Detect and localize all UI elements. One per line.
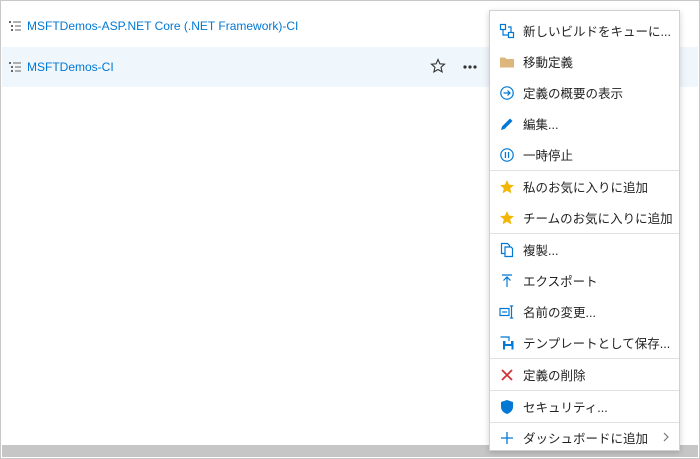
- menu-item-export[interactable]: エクスポート: [490, 265, 679, 296]
- menu-item-label: 一時停止: [523, 149, 574, 163]
- copy-icon: [499, 242, 515, 258]
- menu-item-label: 定義の概要の表示: [523, 87, 624, 101]
- build-definition-icon: [8, 60, 22, 74]
- menu-item-label: テンプレートとして保存...: [523, 337, 671, 351]
- favorite-star-icon: [499, 179, 515, 195]
- definition-name-link[interactable]: MSFTDemos-ASP.NET Core (.NET Framework)-…: [27, 19, 298, 33]
- menu-item-label: セキュリティ...: [523, 401, 608, 415]
- build-definition-icon: [8, 19, 22, 33]
- menu-item-label: 定義の削除: [523, 369, 586, 383]
- chevron-right-icon: [661, 431, 671, 443]
- delete-x-icon: [499, 367, 515, 383]
- menu-item-label: 私のお気に入りに追加: [523, 181, 649, 195]
- menu-item-label: チームのお気に入りに追加: [523, 212, 673, 226]
- pause-icon: [499, 147, 515, 163]
- menu-item-add-to-dashboard[interactable]: ダッシュボードに追加: [490, 422, 679, 453]
- menu-item-edit[interactable]: 編集...: [490, 108, 679, 139]
- menu-item-view-definition-summary[interactable]: 定義の概要の表示: [490, 77, 679, 108]
- menu-item-label: 名前の変更...: [523, 306, 596, 320]
- menu-item-pause[interactable]: 一時停止: [490, 139, 679, 170]
- menu-item-label: 編集...: [523, 118, 559, 132]
- more-actions-icon[interactable]: [460, 57, 480, 77]
- menu-item-save-as-template[interactable]: テンプレートとして保存...: [490, 327, 679, 358]
- queue-build-icon: [499, 23, 515, 39]
- menu-item-security[interactable]: セキュリティ...: [490, 391, 679, 422]
- menu-item-rename[interactable]: 名前の変更...: [490, 296, 679, 327]
- menu-item-add-to-team-favorites[interactable]: チームのお気に入りに追加: [490, 202, 679, 233]
- menu-item-move-definition[interactable]: 移動定義: [490, 46, 679, 77]
- folder-icon: [499, 54, 515, 70]
- menu-item-label: エクスポート: [523, 275, 598, 289]
- menu-item-label: 新しいビルドをキューに...: [523, 25, 671, 39]
- menu-item-delete-definition[interactable]: 定義の削除: [490, 359, 679, 390]
- save-template-icon: [499, 335, 515, 351]
- definition-context-menu: 新しいビルドをキューに... 移動定義 定義の概要の表示 編集... 一時停止 …: [489, 10, 680, 451]
- menu-item-queue-new-build[interactable]: 新しいビルドをキューに...: [490, 15, 679, 46]
- favorite-star-outline-icon[interactable]: [430, 58, 446, 74]
- menu-item-label: ダッシュボードに追加: [523, 432, 649, 446]
- menu-item-label: 複製...: [523, 244, 559, 258]
- add-icon: [499, 430, 515, 446]
- definition-name-link[interactable]: MSFTDemos-CI: [27, 60, 114, 74]
- menu-item-add-to-my-favorites[interactable]: 私のお気に入りに追加: [490, 171, 679, 202]
- shield-icon: [499, 399, 515, 415]
- menu-item-clone[interactable]: 複製...: [490, 234, 679, 265]
- navigate-forward-icon: [499, 85, 515, 101]
- rename-icon: [499, 304, 515, 320]
- edit-icon: [499, 116, 515, 132]
- favorite-star-icon: [499, 210, 515, 226]
- menu-item-label: 移動定義: [523, 56, 574, 70]
- export-icon: [499, 273, 515, 289]
